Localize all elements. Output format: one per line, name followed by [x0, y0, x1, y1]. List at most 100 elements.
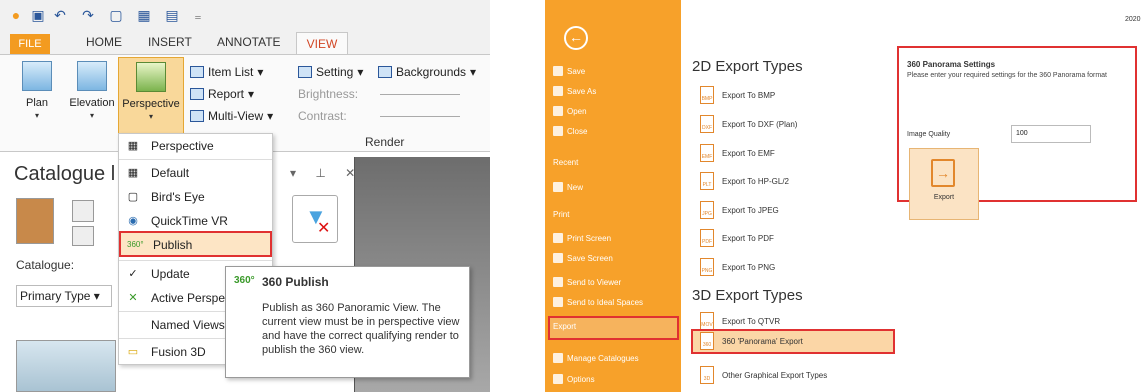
filter-button[interactable]: ▼ ✕: [292, 195, 338, 243]
settings-title: 360 Panorama Settings: [907, 60, 996, 69]
save-screen-icon: [553, 253, 563, 263]
tab-insert[interactable]: INSERT: [148, 35, 192, 49]
sidebar-item-send-to-ideal-spaces[interactable]: Send to Ideal Spaces: [553, 297, 643, 307]
redo-icon[interactable]: ↷: [80, 7, 96, 23]
export-jpeg[interactable]: JPG Export To JPEG: [700, 199, 779, 221]
menu-item-birds-eye[interactable]: ▢ Bird's Eye: [119, 185, 272, 209]
window-icon[interactable]: ▢: [108, 7, 124, 23]
image-icon[interactable]: ▤: [164, 7, 180, 23]
plan-button[interactable]: Plan ▾: [20, 61, 54, 120]
backgrounds-icon: [378, 66, 392, 78]
quicktime-icon: ◉: [128, 215, 138, 227]
catalogue-door-tile[interactable]: [16, 198, 54, 244]
pdf-file-icon: PDF: [700, 229, 714, 247]
export-dxf[interactable]: DXF Export To DXF (Plan): [700, 113, 797, 135]
tab-view[interactable]: VIEW: [296, 32, 348, 54]
catalogue-title: Catalogue l: [14, 163, 116, 185]
menu-item-default[interactable]: ▦ Default: [119, 161, 272, 185]
catalogue-preview[interactable]: [16, 340, 116, 392]
brightness-slider[interactable]: [380, 94, 460, 95]
export-png[interactable]: PNG Export To PNG: [700, 256, 775, 278]
publish-tooltip: 360° 360 Publish Publish as 360 Panorami…: [225, 266, 470, 378]
sidebar-item-options[interactable]: Options: [553, 374, 595, 384]
customize-qat-icon[interactable]: ₌: [190, 7, 206, 23]
clear-filter-icon: ✕: [317, 220, 331, 237]
save-icon[interactable]: ▣: [30, 7, 46, 23]
sidebar-item-close[interactable]: Close: [553, 126, 587, 136]
plan-icon: [22, 61, 52, 91]
tab-annotate[interactable]: ANNOTATE: [217, 35, 281, 49]
section-3d-export-types: 3D Export Types: [692, 287, 803, 304]
sidebar-item-open[interactable]: Open: [553, 106, 587, 116]
menu-separator: [119, 260, 272, 261]
table-icon[interactable]: ▦: [136, 7, 152, 23]
export-other-graphical[interactable]: 3D Other Graphical Export Types: [700, 364, 827, 386]
report-icon: [190, 88, 204, 100]
backgrounds-button[interactable]: Backgrounds ▾: [378, 65, 476, 79]
catalogue-tile[interactable]: [72, 226, 94, 246]
image-quality-label: Image Quality: [907, 131, 951, 138]
pane-controls[interactable]: ▾ ⊥ ✕: [290, 166, 363, 180]
export-bmp[interactable]: BMP Export To BMP: [700, 84, 775, 106]
tooltip-title: 360 Publish: [262, 275, 329, 289]
fusion-3d-icon: ▭: [127, 346, 139, 358]
sidebar-recent[interactable]: Recent: [553, 158, 578, 167]
sidebar-item-manage-catalogues[interactable]: Manage Catalogues: [553, 353, 639, 363]
quick-access-toolbar: ● ▣ ↶ ↷ ▢ ▦ ▤ ₌: [0, 0, 490, 32]
menu-item-quicktime-vr[interactable]: ◉ QuickTime VR: [119, 209, 272, 233]
settings-description: Please enter your required settings for …: [907, 72, 1107, 79]
menu-separator: [119, 159, 272, 160]
birds-eye-icon: ▢: [127, 191, 139, 203]
perspective-icon: [136, 62, 166, 92]
back-arrow-icon[interactable]: ←: [564, 26, 588, 50]
360-file-icon: 360: [700, 332, 714, 350]
elevation-button[interactable]: Elevation ▾: [64, 61, 120, 120]
menu-item-perspective[interactable]: ▦ Perspective: [119, 134, 272, 158]
export-pdf[interactable]: PDF Export To PDF: [700, 227, 774, 249]
menu-item-publish[interactable]: 360° Publish: [119, 231, 272, 257]
sidebar-item-print-screen[interactable]: Print Screen: [553, 233, 611, 243]
send-viewer-icon: [553, 277, 563, 287]
open-folder-icon: [553, 106, 563, 116]
catalogue-tile[interactable]: [72, 200, 94, 222]
tab-home[interactable]: HOME: [86, 35, 122, 49]
tooltip-body: Publish as 360 Panoramic View. The curre…: [262, 302, 460, 356]
tab-file[interactable]: FILE: [10, 34, 50, 54]
contrast-slider[interactable]: [380, 116, 460, 117]
plt-file-icon: PLT: [700, 172, 714, 190]
export-360-panorama[interactable]: 360 360 'Panorama' Export: [700, 330, 803, 352]
primary-type-select[interactable]: Primary Type ▾: [16, 285, 112, 307]
save-as-icon: [553, 86, 563, 96]
sidebar-item-new[interactable]: New: [553, 182, 583, 192]
mov-file-icon: MOV: [700, 312, 714, 330]
catalogue-label: Catalogue:: [16, 258, 75, 272]
export-emf[interactable]: EMF Export To EMF: [700, 142, 775, 164]
multi-view-button[interactable]: Multi-View ▾: [190, 109, 273, 123]
emf-file-icon: EMF: [700, 144, 714, 162]
dxf-file-icon: DXF: [700, 115, 714, 133]
app-logo-icon: ●: [11, 7, 21, 23]
setting-button[interactable]: Setting ▾: [298, 65, 363, 79]
sidebar-item-save-as[interactable]: Save As: [553, 86, 596, 96]
sidebar-item-save[interactable]: Save: [553, 66, 585, 76]
sidebar-print[interactable]: Print: [553, 210, 569, 219]
new-icon: [553, 182, 563, 192]
item-list-button[interactable]: Item List ▾: [190, 65, 263, 79]
perspective-button[interactable]: Perspective ▾: [118, 57, 184, 145]
3d-file-icon: 3D: [700, 366, 714, 384]
undo-icon[interactable]: ↶: [52, 7, 68, 23]
title-year: 2020: [1125, 16, 1141, 23]
item-list-icon: [190, 66, 204, 78]
export-button[interactable]: → Export: [909, 148, 979, 220]
image-quality-input[interactable]: 100: [1011, 125, 1091, 143]
backstage-sidebar: ← Save Save As Open Close Recent New Pri…: [545, 0, 681, 392]
report-button[interactable]: Report ▾: [190, 87, 254, 101]
sidebar-item-save-screen[interactable]: Save Screen: [553, 253, 613, 263]
catalogue-icon: [553, 353, 563, 363]
section-2d-export-types: 2D Export Types: [692, 58, 803, 75]
sidebar-item-export[interactable]: Export: [553, 322, 576, 331]
ideal-spaces-icon: [553, 297, 563, 307]
elevation-icon: [77, 61, 107, 91]
sidebar-item-send-to-viewer[interactable]: Send to Viewer: [553, 277, 621, 287]
export-hpgl[interactable]: PLT Export To HP-GL/2: [700, 170, 789, 192]
